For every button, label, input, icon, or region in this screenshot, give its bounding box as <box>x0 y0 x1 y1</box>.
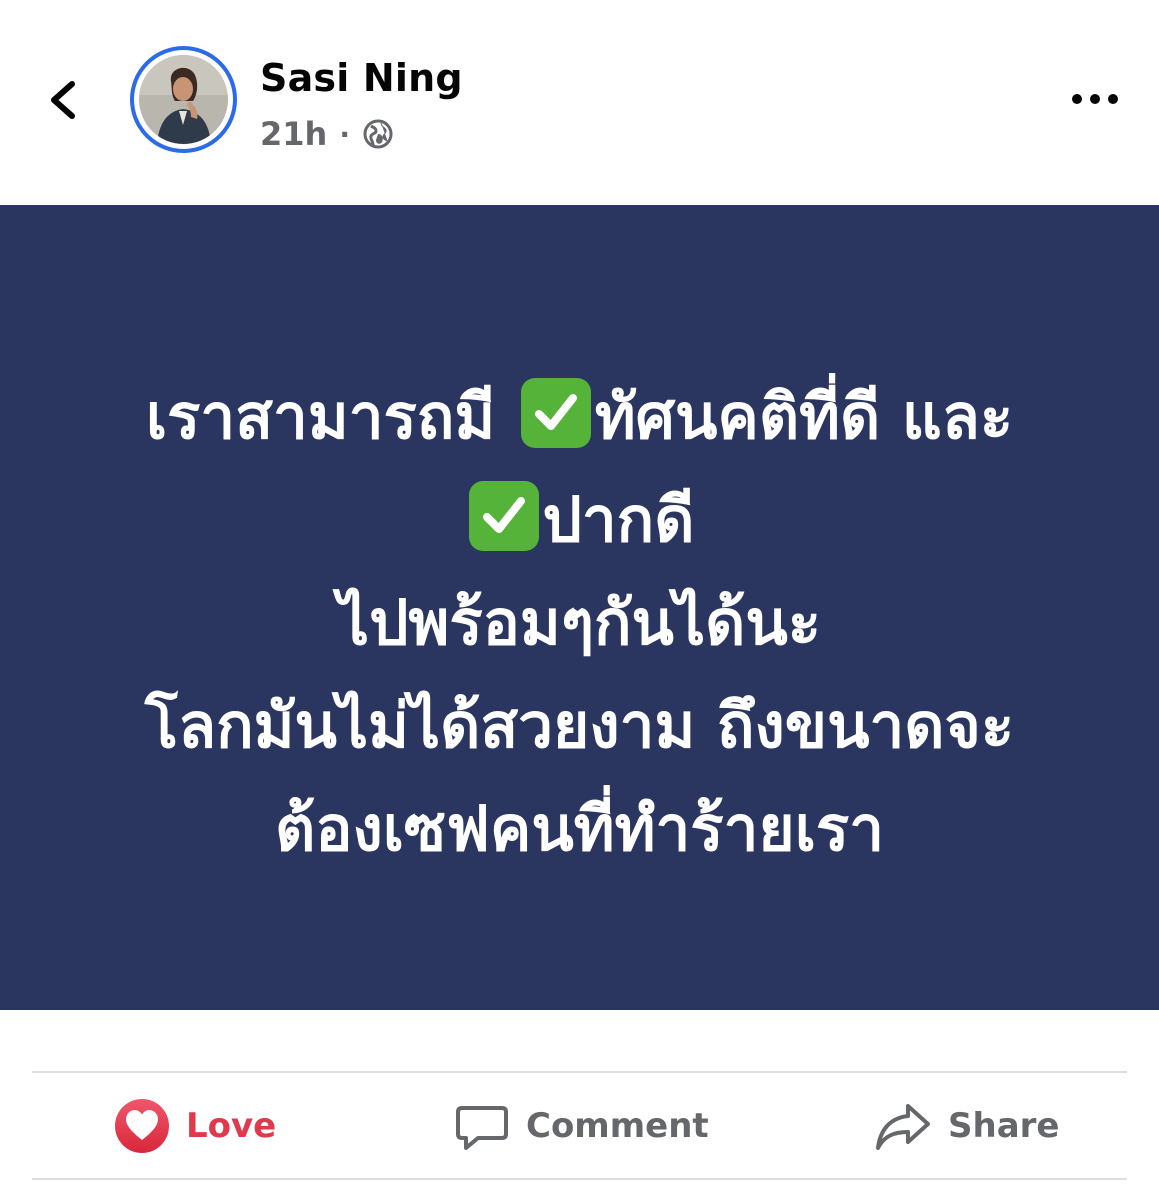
back-button[interactable] <box>36 70 92 130</box>
divider-top <box>32 1071 1127 1073</box>
post-line-3: ไปพร้อมๆกันได้นะ <box>337 586 822 659</box>
divider-bottom <box>32 1178 1127 1180</box>
comment-button[interactable]: Comment <box>454 1074 709 1178</box>
post-line-2: ปากดี <box>40 468 1119 571</box>
heart-icon <box>115 1099 169 1153</box>
love-label: Love <box>186 1106 277 1146</box>
chevron-left-icon <box>51 81 75 119</box>
comment-bubble-icon <box>456 1106 508 1150</box>
post-line-1-start: เราสามารถมี <box>145 380 517 453</box>
more-options-button[interactable] <box>1068 82 1122 116</box>
post-line-2-end: ปากดี <box>542 483 695 556</box>
post-text: เราสามารถมี ทัศนคติที่ดี และ ปากดี ไปพร้… <box>40 365 1119 880</box>
avatar[interactable] <box>130 46 237 153</box>
post-timestamp[interactable]: 21h <box>260 115 327 153</box>
share-button[interactable]: Share <box>874 1074 1059 1178</box>
post-header: Sasi Ning 21h · <box>0 0 1159 205</box>
post-background-card: เราสามารถมี ทัศนคติที่ดี และ ปากดี ไปพร้… <box>0 205 1159 1010</box>
more-horizontal-icon <box>1072 94 1118 104</box>
share-label: Share <box>948 1106 1060 1146</box>
check-mark-button-icon <box>520 378 591 448</box>
post-meta: 21h · <box>260 114 394 154</box>
meta-separator: · <box>339 117 350 151</box>
profile-photo <box>139 55 228 144</box>
post-line-4: โลกมันไม่ได้สวยงาม ถึงขนาดจะ <box>144 689 1015 762</box>
author-name[interactable]: Sasi Ning <box>260 56 463 100</box>
post-line-1: เราสามารถมี ทัศนคติที่ดี และ <box>40 365 1119 468</box>
post-line-5: ต้องเซฟคนที่ทำร้ายเรา <box>274 792 885 865</box>
globe-icon <box>363 119 393 149</box>
check-mark-button-icon <box>468 481 539 551</box>
share-arrow-icon <box>876 1104 930 1150</box>
love-button[interactable]: Love <box>114 1074 276 1178</box>
comment-label: Comment <box>526 1106 709 1146</box>
action-bar: Love Comment Share <box>0 1074 1159 1178</box>
post-line-1-end: ทัศนคติที่ดี และ <box>594 380 1014 453</box>
